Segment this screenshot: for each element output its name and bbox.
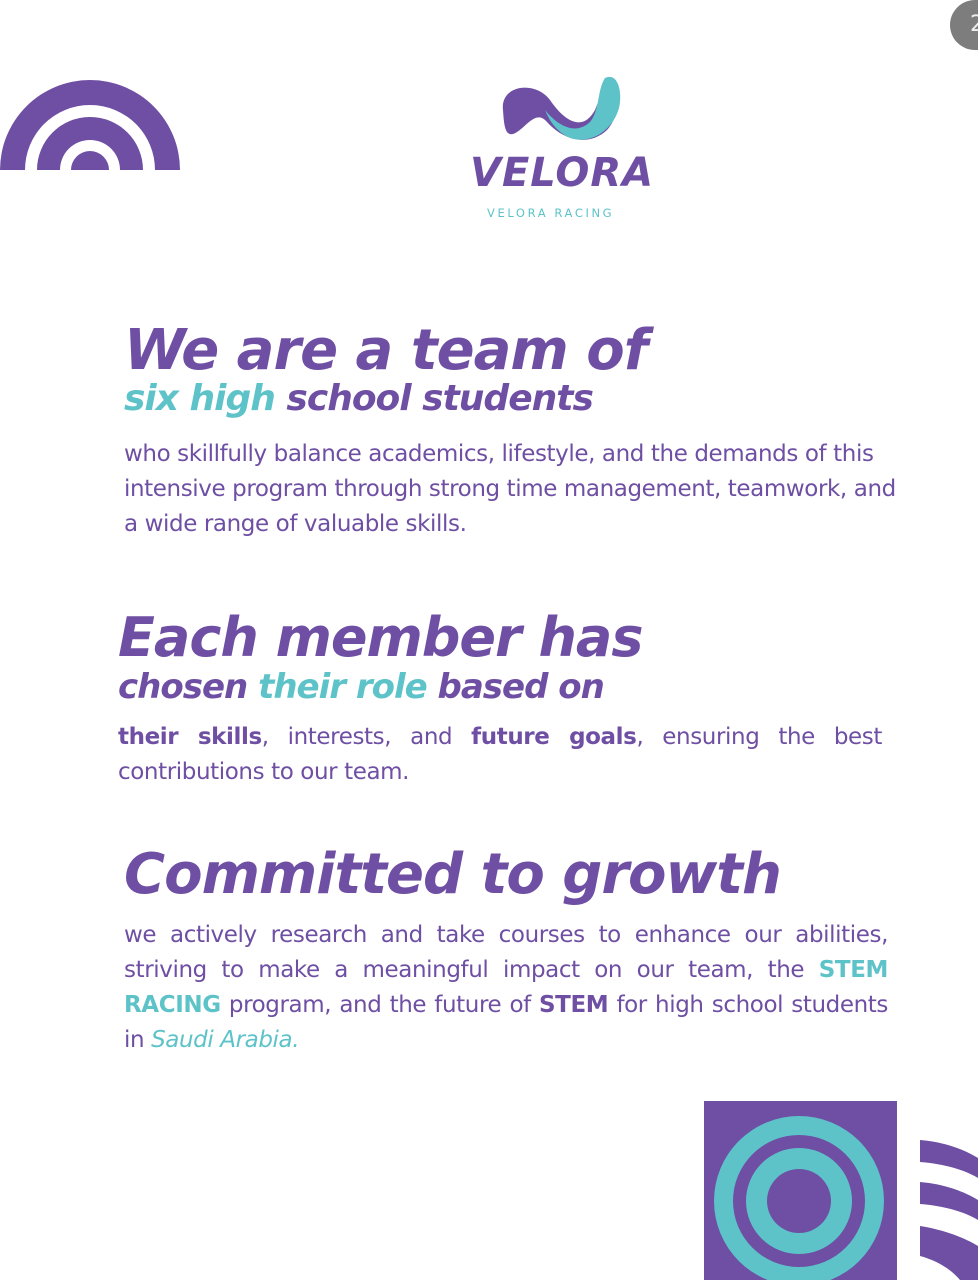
section1-body: who skillfully balance academics, lifest… [124,441,896,537]
section3-body-highlight2: Saudi Arabia. [151,1027,300,1053]
brand-subtitle: VELORA RACING [487,206,615,220]
section3-body-text2: program, and the future of [220,992,539,1018]
target-decoration [704,1101,897,1280]
page-badge-number: 2 [970,12,978,37]
brand-name: VELORA [470,150,655,196]
section2-body-bold2: future goals [471,724,637,750]
section3-body: we actively research and take courses to… [124,918,888,1058]
arch-decoration [0,80,180,170]
section2-body: their skills, interests, and future goal… [118,720,882,790]
section2-body-bold1: their skills [118,724,262,750]
section2-subtitle-highlight: their role [258,667,428,707]
section2-subtitle: chosen their role based on [118,666,605,708]
section2-title: Each member has [118,606,643,669]
section2-subtitle-b: based on [426,667,605,707]
section3-body-text1: we actively research and take courses to… [124,922,888,983]
section2-body-text1: , interests, and [261,724,472,750]
section3-title: Committed to growth [124,842,782,907]
section2-subtitle-a: chosen [118,667,259,707]
section1-subtitle-rest: school students [274,378,593,419]
section1-title: We are a team of [124,318,648,383]
edge-arcs-decoration [920,1140,978,1280]
section3-body-bold1: STEM [539,992,609,1018]
section1-subtitle: six high school students [124,377,594,421]
section1-subtitle-highlight: six high [124,378,276,419]
velora-logo-icon [502,76,621,140]
